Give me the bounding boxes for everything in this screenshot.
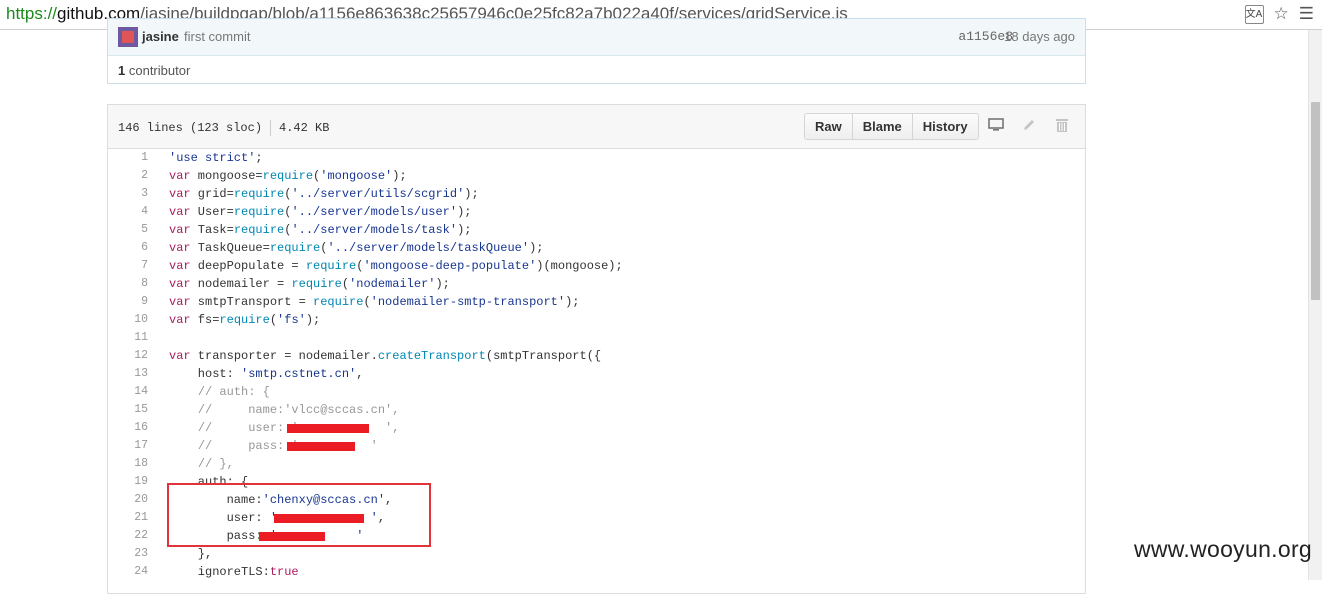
redaction-bar <box>287 442 355 451</box>
code-line: 15 // name:'vlcc@sccas.cn', <box>108 401 1085 419</box>
line-content: ignoreTLS:true <box>169 565 299 579</box>
line-number[interactable]: 12 <box>108 347 148 365</box>
code-line: 3 var grid=require('../server/utils/scgri… <box>108 185 1085 203</box>
line-number[interactable]: 20 <box>108 491 148 509</box>
file-size: 4.42 KB <box>279 121 330 136</box>
line-number[interactable]: 16 <box>108 419 148 437</box>
line-number[interactable]: 22 <box>108 527 148 545</box>
page-scrollbar[interactable] <box>1308 30 1322 580</box>
file-header: 146 lines (123 sloc) 4.42 KB Raw Blame Hi… <box>108 105 1085 149</box>
line-content: var Task=require('../server/models/task'… <box>169 223 472 237</box>
line-content: // name:'vlcc@sccas.cn', <box>197 403 400 417</box>
code-line: 2 var mongoose=require('mongoose'); <box>108 167 1085 185</box>
code-line: 13 host: 'smtp.cstnet.cn', <box>108 365 1085 383</box>
divider <box>270 120 272 136</box>
line-number[interactable]: 19 <box>108 473 148 491</box>
scroll-thumb[interactable] <box>1311 102 1320 300</box>
trash-icon[interactable] <box>1054 117 1070 135</box>
commit-age: 18 days ago <box>1004 29 1075 44</box>
line-content: var mongoose=require('mongoose'); <box>169 169 407 183</box>
star-icon[interactable]: ☆ <box>1274 4 1289 24</box>
line-number[interactable]: 21 <box>108 509 148 527</box>
commit-author[interactable]: jasine <box>142 29 179 44</box>
desktop-icon[interactable] <box>988 117 1004 135</box>
line-content: var nodemailer = require('nodemailer'); <box>169 277 450 291</box>
line-number[interactable]: 9 <box>108 293 148 311</box>
line-content: var grid=require('../server/utils/scgrid… <box>169 187 479 201</box>
line-content: var deepPopulate = require('mongoose-dee… <box>169 259 623 273</box>
line-content: var transporter = nodemailer.createTrans… <box>169 349 602 363</box>
line-number[interactable]: 18 <box>108 455 148 473</box>
line-content: var TaskQueue=require('../server/models/… <box>169 241 544 255</box>
code-line: 1 'use strict'; <box>108 149 1085 167</box>
line-content: var User=require('../server/models/user'… <box>169 205 472 219</box>
code-line: 14 // auth: { <box>108 383 1085 401</box>
line-number[interactable]: 10 <box>108 311 148 329</box>
code-line: 23 }, <box>108 545 1085 563</box>
file-lines-info: 146 lines (123 sloc) <box>118 121 263 136</box>
commit-header: jasine first commit a1156e8 18 days ago <box>108 19 1085 56</box>
line-number[interactable]: 23 <box>108 545 148 563</box>
contributors-count: 1 <box>118 63 126 78</box>
avatar[interactable] <box>118 27 138 47</box>
redaction-bar <box>287 424 369 433</box>
contributors-label: contributor <box>128 63 191 78</box>
line-content: var fs=require('fs'); <box>169 313 321 327</box>
translate-icon[interactable]: 文A <box>1244 4 1264 24</box>
commit-message[interactable]: first commit <box>184 29 250 44</box>
code-line: 18 // }, <box>108 455 1085 473</box>
pencil-icon[interactable] <box>1021 117 1037 135</box>
line-number[interactable]: 4 <box>108 203 148 221</box>
line-number[interactable]: 5 <box>108 221 148 239</box>
history-button[interactable]: History <box>912 114 978 139</box>
line-number[interactable]: 15 <box>108 401 148 419</box>
line-number[interactable]: 11 <box>108 329 148 347</box>
code-line: 9 var smtpTransport = require('nodemailer… <box>108 293 1085 311</box>
line-number[interactable]: 8 <box>108 275 148 293</box>
line-number[interactable]: 7 <box>108 257 148 275</box>
line-content: // auth: { <box>197 385 270 399</box>
code-line: 4 var User=require('../server/models/user… <box>108 203 1085 221</box>
code-line: 7 var deepPopulate = require('mongoose-de… <box>108 257 1085 275</box>
highlight-box <box>167 483 431 547</box>
line-number[interactable]: 2 <box>108 167 148 185</box>
line-number[interactable]: 14 <box>108 383 148 401</box>
code-line: 8 var nodemailer = require('nodemailer'); <box>108 275 1085 293</box>
blame-button[interactable]: Blame <box>852 114 913 139</box>
file-info: 146 lines (123 sloc) 4.42 KB <box>118 120 329 136</box>
line-number[interactable]: 24 <box>108 563 148 581</box>
menu-icon[interactable]: ☰ <box>1299 4 1314 24</box>
line-content: // }, <box>197 457 234 471</box>
line-content: var smtpTransport = require('nodemailer-… <box>169 295 580 309</box>
code-line: 12 var transporter = nodemailer.createTra… <box>108 347 1085 365</box>
line-number[interactable]: 13 <box>108 365 148 383</box>
line-content: }, <box>169 547 213 561</box>
line-number[interactable]: 6 <box>108 239 148 257</box>
line-content: 'use strict'; <box>169 151 263 165</box>
line-content: host: 'smtp.cstnet.cn', <box>169 367 364 381</box>
line-number[interactable]: 3 <box>108 185 148 203</box>
line-number[interactable]: 17 <box>108 437 148 455</box>
line-number[interactable]: 1 <box>108 149 148 167</box>
watermark: www.wooyun.org <box>1133 536 1312 562</box>
code-line: 5 var Task=require('../server/models/task… <box>108 221 1085 239</box>
raw-button[interactable]: Raw <box>805 114 853 139</box>
url-scheme: https:// <box>6 4 58 23</box>
contributors-link[interactable]: 1 contributor <box>118 63 190 78</box>
file-actions: Raw Blame History <box>804 113 979 140</box>
code-line: 6 var TaskQueue=require('../server/models… <box>108 239 1085 257</box>
commit-tease: jasine first commit a1156e8 18 days ago … <box>107 18 1086 84</box>
code-line: 11 <box>108 329 1085 347</box>
code-line: 16 // user: ' ', <box>108 419 1085 437</box>
code-line: 17 // pass: ' ' <box>108 437 1085 455</box>
code-line: 24 ignoreTLS:true <box>108 563 1085 581</box>
code-line: 10 var fs=require('fs'); <box>108 311 1085 329</box>
